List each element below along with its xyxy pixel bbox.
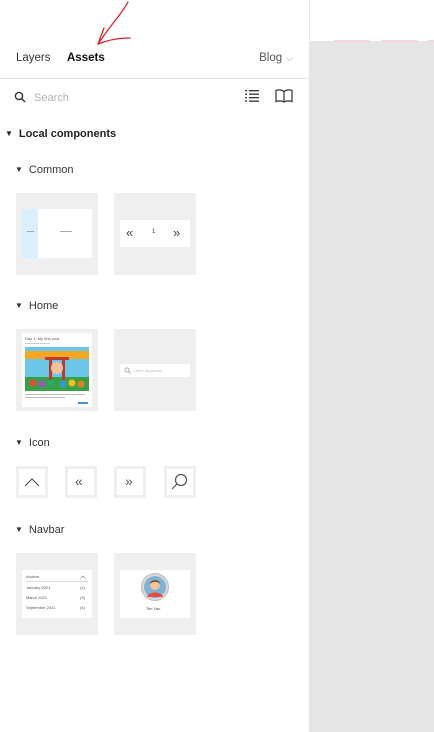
canvas-frame-edge [309,40,434,43]
caret-down-icon: ▼ [15,165,23,174]
archive-row-count: (3) [80,595,85,600]
section-navbar-label: Navbar [28,524,65,536]
chevron-up-icon [24,478,40,487]
assets-panel: Layers Assets Blog⌵ ▼ Local components ▼ C… [0,0,310,732]
canvas-area[interactable] [309,41,434,732]
chevrons-right-icon: » [173,225,181,240]
section-common-header[interactable]: ▼ Common [15,164,74,176]
component-thumb-chevrons-right[interactable]: » [114,466,146,498]
component-thumb-chevrons-left[interactable]: « [65,466,97,498]
section-home-header[interactable]: ▼ Home [15,300,58,312]
chevrons-left-icon: « [126,225,134,240]
archive-row-count: (1) [80,585,85,590]
pagination-preview: « 1 » [120,220,190,247]
component-thumb-hero[interactable] [16,193,98,275]
component-thumb-archive[interactable]: Archive January 2021 (1) March 2021 (3) … [16,553,98,635]
search-box-preview: Other keywords [120,364,190,377]
chevron-down-icon: ⌵ [286,53,293,63]
list-view-icon[interactable] [245,89,259,103]
archive-row-month: January 2021 [26,585,51,590]
section-common-label: Common [28,164,74,176]
search-icon [124,367,131,374]
search-box-placeholder: Other keywords [134,368,163,373]
pagination-page-number: 1 [152,229,156,235]
local-components-label: Local components [18,128,117,140]
profile-name: Tim Yau [146,606,161,611]
page-selector[interactable]: Blog ⌵ [259,52,293,64]
local-components-header[interactable]: ▼ Local components [5,128,116,140]
annotation-arrow [97,1,131,45]
team-library-icon[interactable] [275,89,293,103]
component-thumb-search-box[interactable]: Other keywords [114,329,196,411]
chevrons-left-icon: « [75,473,83,489]
component-thumb-pagination[interactable]: « 1 » [114,193,196,275]
tab-assets[interactable]: Assets [67,52,105,64]
caret-down-icon: ▼ [15,525,23,534]
search-input[interactable] [34,89,214,107]
section-icon-label: Icon [28,437,50,449]
caret-down-icon: ▼ [5,129,13,138]
archive-row-count: (4) [80,605,85,610]
post-card-image [25,347,89,391]
archive-row-month: March 2021 [26,595,48,600]
section-home-label: Home [28,300,59,312]
avatar [141,573,169,601]
chevron-up-icon [80,575,86,579]
caret-down-icon: ▼ [15,301,23,310]
profile-preview: Tim Yau [120,570,190,618]
section-icon-header[interactable]: ▼ Icon [15,437,50,449]
search-icon [171,473,188,490]
archive-preview: Archive January 2021 (1) March 2021 (3) … [22,570,92,618]
post-card-title: Day 1: My first post [25,336,60,341]
component-thumb-profile[interactable]: Tim Yau [114,553,196,635]
component-thumb-chevron-up[interactable] [16,466,48,498]
archive-title: Archive [26,574,40,579]
archive-row-month: September 2021 [26,605,56,610]
hero-preview [22,209,92,258]
component-thumb-post-card[interactable]: Day 1: My first post [16,329,98,411]
search-icon [14,91,26,103]
search-row [0,79,309,117]
hero-preview-sidebar [22,209,38,258]
tab-layers[interactable]: Layers [16,52,51,64]
page-selector-label: Blog [259,52,283,64]
panel-tabs: Layers Assets Blog ⌵ [0,40,309,79]
section-navbar-header[interactable]: ▼ Navbar [15,524,64,536]
component-thumb-search[interactable] [164,466,196,498]
chevrons-right-icon: » [125,473,133,489]
caret-down-icon: ▼ [15,438,23,447]
post-card-preview: Day 1: My first post [22,333,92,407]
